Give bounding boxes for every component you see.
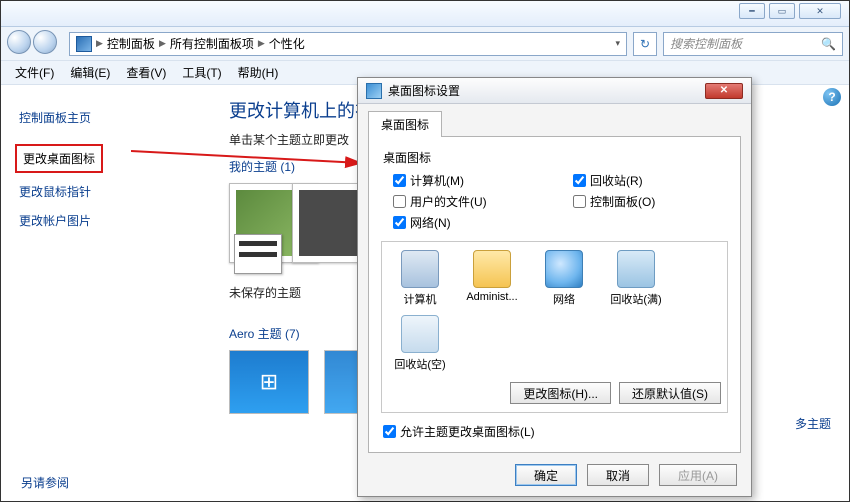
checkbox-input[interactable] xyxy=(393,174,406,187)
breadcrumb[interactable]: ▶ 控制面板 ▶ 所有控制面板项 ▶ 个性化 ▾ xyxy=(69,32,627,56)
checkbox-input[interactable] xyxy=(383,425,396,438)
control-panel-icon xyxy=(76,36,92,52)
dialog-titlebar: 桌面图标设置 ✕ xyxy=(358,78,751,104)
checkbox-recycle-bin[interactable]: 回收站(R) xyxy=(573,172,723,189)
forward-button[interactable] xyxy=(33,30,57,54)
chevron-right-icon: ▶ xyxy=(258,38,265,49)
refresh-button[interactable]: ↻ xyxy=(633,32,657,56)
address-bar: ▶ 控制面板 ▶ 所有控制面板项 ▶ 个性化 ▾ ↻ 搜索控制面板 🔍 xyxy=(1,27,849,61)
sidebar-item-home[interactable]: 控制面板主页 xyxy=(15,103,197,132)
sidebar-item-label: 更改桌面图标 xyxy=(23,152,95,166)
window-controls: ━ ▭ ✕ xyxy=(739,3,841,19)
chevron-right-icon: ▶ xyxy=(159,38,166,49)
search-input[interactable]: 搜索控制面板 🔍 xyxy=(663,32,843,56)
icon-label: 计算机 xyxy=(404,294,437,306)
sidebar-item-change-mouse[interactable]: 更改鼠标指针 xyxy=(15,177,197,206)
restore-default-button[interactable]: 还原默认值(S) xyxy=(619,382,721,404)
checkbox-network[interactable]: 网络(N) xyxy=(393,214,543,231)
tab-panel: 桌面图标 计算机(M) 回收站(R) 用户的文件(U) xyxy=(368,136,741,453)
titlebar: ━ ▭ ✕ xyxy=(1,1,849,27)
icon-label: 回收站(空) xyxy=(394,359,445,371)
theme-window-preview xyxy=(234,234,282,274)
minimize-button[interactable]: ━ xyxy=(739,3,765,19)
aero-theme-thumbnail[interactable]: ⊞ xyxy=(229,350,309,414)
group-label: 桌面图标 xyxy=(383,149,728,166)
dialog-title: 桌面图标设置 xyxy=(388,82,460,99)
icon-label: 网络 xyxy=(553,294,575,306)
network-icon xyxy=(545,250,583,288)
checkbox-computer[interactable]: 计算机(M) xyxy=(393,172,543,189)
menu-tools[interactable]: 工具(T) xyxy=(174,61,229,84)
checkbox-label: 允许主题更改桌面图标(L) xyxy=(400,423,535,440)
icon-item-recycle-full[interactable]: 回收站(满) xyxy=(604,250,668,307)
checkbox-user-files[interactable]: 用户的文件(U) xyxy=(393,193,543,210)
menu-edit[interactable]: 编辑(E) xyxy=(62,61,118,84)
checkbox-input[interactable] xyxy=(573,195,586,208)
checkbox-input[interactable] xyxy=(393,195,406,208)
back-button[interactable] xyxy=(7,30,31,54)
nav-buttons xyxy=(7,30,63,58)
breadcrumb-item[interactable]: 控制面板 xyxy=(107,35,155,52)
dialog-icon xyxy=(366,83,382,99)
icon-label: 回收站(满) xyxy=(610,294,661,306)
checkbox-input[interactable] xyxy=(573,174,586,187)
icon-label: Administ... xyxy=(466,291,517,303)
checkbox-label: 计算机(M) xyxy=(410,172,464,189)
cancel-button[interactable]: 取消 xyxy=(587,464,649,486)
tab-desktop-icons[interactable]: 桌面图标 xyxy=(368,111,442,137)
personalization-window: ━ ▭ ✕ ▶ 控制面板 ▶ 所有控制面板项 ▶ 个性化 ▾ ↻ 搜索控制面板 … xyxy=(0,0,850,502)
icon-item-computer[interactable]: 计算机 xyxy=(388,250,452,307)
icon-preview-box: 计算机 Administ... 网络 回收站(满) xyxy=(381,241,728,413)
breadcrumb-item[interactable]: 所有控制面板项 xyxy=(170,35,254,52)
checkbox-allow-themes[interactable]: 允许主题更改桌面图标(L) xyxy=(383,423,728,440)
computer-icon xyxy=(401,250,439,288)
search-icon: 🔍 xyxy=(821,37,836,51)
menu-file[interactable]: 文件(F) xyxy=(7,61,62,84)
checkbox-control-panel[interactable]: 控制面板(O) xyxy=(573,193,723,210)
icon-item-network[interactable]: 网络 xyxy=(532,250,596,307)
apply-button[interactable]: 应用(A) xyxy=(659,464,737,486)
checkbox-group: 计算机(M) 回收站(R) 用户的文件(U) 控制面板(O) xyxy=(393,172,728,231)
close-button[interactable]: ✕ xyxy=(799,3,841,19)
chevron-right-icon: ▶ xyxy=(96,38,103,49)
change-icon-button[interactable]: 更改图标(H)... xyxy=(510,382,611,404)
menu-help[interactable]: 帮助(H) xyxy=(230,61,287,84)
menu-view[interactable]: 查看(V) xyxy=(118,61,174,84)
icon-item-recycle-empty[interactable]: 回收站(空) xyxy=(388,315,452,372)
windows-logo-icon: ⊞ xyxy=(230,351,308,413)
icon-item-admin[interactable]: Administ... xyxy=(460,250,524,307)
recycle-bin-empty-icon xyxy=(401,315,439,353)
checkbox-input[interactable] xyxy=(393,216,406,229)
desktop-icon-settings-dialog: 桌面图标设置 ✕ 桌面图标 桌面图标 计算机(M) 回收站(R) xyxy=(357,77,752,497)
user-folder-icon xyxy=(473,250,511,288)
more-themes-link[interactable]: 多主题 xyxy=(795,415,831,432)
address-dropdown-icon[interactable]: ▾ xyxy=(615,38,620,49)
recycle-bin-full-icon xyxy=(617,250,655,288)
maximize-button[interactable]: ▭ xyxy=(769,3,795,19)
checkbox-label: 网络(N) xyxy=(410,214,451,231)
dialog-footer-buttons: 确定 取消 应用(A) xyxy=(515,464,737,486)
search-placeholder: 搜索控制面板 xyxy=(670,35,742,52)
sidebar-see-also: 另请参阅 xyxy=(21,474,69,491)
ok-button[interactable]: 确定 xyxy=(515,464,577,486)
checkbox-label: 用户的文件(U) xyxy=(410,193,487,210)
sidebar-item-change-desktop-icons[interactable]: 更改桌面图标 xyxy=(15,144,103,173)
checkbox-label: 回收站(R) xyxy=(590,172,643,189)
sidebar-item-change-account-pic[interactable]: 更改帐户图片 xyxy=(15,206,197,235)
dialog-close-button[interactable]: ✕ xyxy=(705,83,743,99)
breadcrumb-item[interactable]: 个性化 xyxy=(269,35,305,52)
sidebar: 控制面板主页 更改桌面图标 更改鼠标指针 更改帐户图片 xyxy=(1,85,211,501)
checkbox-label: 控制面板(O) xyxy=(590,193,655,210)
dialog-body: 桌面图标 桌面图标 计算机(M) 回收站(R) 用户的文件(U) xyxy=(358,104,751,463)
